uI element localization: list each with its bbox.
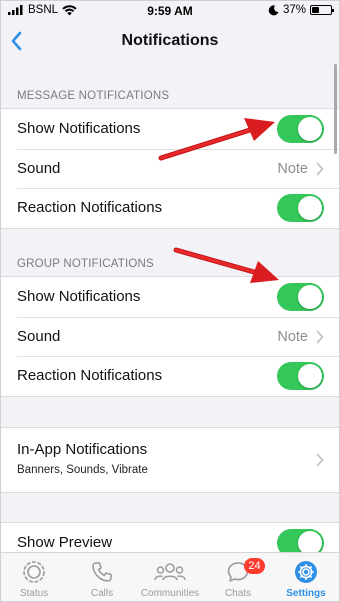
battery-icon: [310, 5, 334, 15]
message-reaction-notifications-toggle[interactable]: [277, 194, 324, 222]
group-reaction-notifications-label: Reaction Notifications: [17, 367, 163, 384]
toggle-knob: [298, 196, 322, 220]
status-bar: BSNL 9:59 AM 37%: [0, 0, 340, 22]
tab-settings[interactable]: Settings: [272, 553, 340, 602]
toggle-knob: [298, 364, 322, 388]
navigation-bar: Notifications: [0, 22, 340, 62]
group-reaction-notifications-toggle[interactable]: [277, 362, 324, 390]
group-notifications-group: Show Notifications Sound Note Reaction N…: [0, 276, 340, 397]
page-title: Notifications: [121, 32, 219, 49]
in-app-notifications-title: In-App Notifications: [17, 441, 148, 458]
message-reaction-notifications-label: Reaction Notifications: [17, 199, 163, 216]
tab-communities[interactable]: Communities: [136, 553, 204, 602]
group-show-notifications-row: Show Notifications: [0, 277, 340, 317]
in-app-notifications-group: In-App Notifications Banners, Sounds, Vi…: [0, 427, 340, 493]
section-header-group-notifications: GROUP NOTIFICATIONS: [17, 258, 154, 270]
section-header-message-notifications: MESSAGE NOTIFICATIONS: [17, 90, 170, 102]
communities-icon: [154, 563, 186, 581]
message-reaction-notifications-row: Reaction Notifications: [0, 188, 340, 228]
annotation-arrow-1: [158, 118, 275, 161]
tab-calls[interactable]: Calls: [68, 553, 136, 602]
toggle-knob: [298, 285, 322, 309]
tab-settings-label: Settings: [286, 588, 326, 599]
tab-communities-label: Communities: [140, 588, 200, 599]
moon-icon: [268, 4, 279, 15]
battery-fill: [312, 7, 319, 13]
tab-status-label: Status: [19, 588, 49, 599]
chevron-right-icon: [316, 162, 324, 175]
group-sound-value: Note: [277, 328, 308, 345]
tab-status[interactable]: Status: [0, 553, 68, 602]
in-app-notifications-subtitle: Banners, Sounds, Vibrate: [17, 464, 148, 476]
gear-icon: [295, 561, 317, 583]
status-bar-right: 37%: [268, 4, 334, 16]
message-sound-label: Sound: [17, 159, 61, 177]
tab-calls-label: Calls: [90, 588, 114, 599]
group-show-notifications-toggle[interactable]: [277, 283, 324, 311]
chevron-right-icon: [316, 330, 324, 343]
message-sound-value: Note: [277, 160, 308, 177]
group-reaction-notifications-row: Reaction Notifications: [0, 356, 340, 396]
message-show-notifications-toggle[interactable]: [277, 115, 324, 143]
group-sound-row[interactable]: Sound Note: [0, 316, 340, 357]
chevron-right-icon: [316, 453, 324, 467]
battery-percent: 37%: [282, 4, 306, 16]
message-show-notifications-label: Show Notifications: [17, 120, 141, 137]
scroll-indicator[interactable]: [334, 64, 337, 154]
group-sound-label: Sound: [17, 327, 61, 345]
toggle-knob: [298, 117, 322, 141]
phone-icon: [92, 562, 112, 582]
tab-chats-label: Chats: [224, 588, 252, 599]
chats-unread-badge: 24: [244, 558, 265, 574]
status-icon: [23, 561, 45, 583]
group-show-notifications-label: Show Notifications: [17, 288, 141, 305]
in-app-notifications-row[interactable]: In-App Notifications Banners, Sounds, Vi…: [0, 428, 340, 492]
annotation-arrow-2: [173, 247, 279, 283]
tab-chats[interactable]: 24 Chats: [204, 553, 272, 602]
tab-bar: Status Calls Communities 24 Chats Settin…: [0, 552, 340, 602]
show-preview-label: Show Preview: [17, 534, 113, 551]
